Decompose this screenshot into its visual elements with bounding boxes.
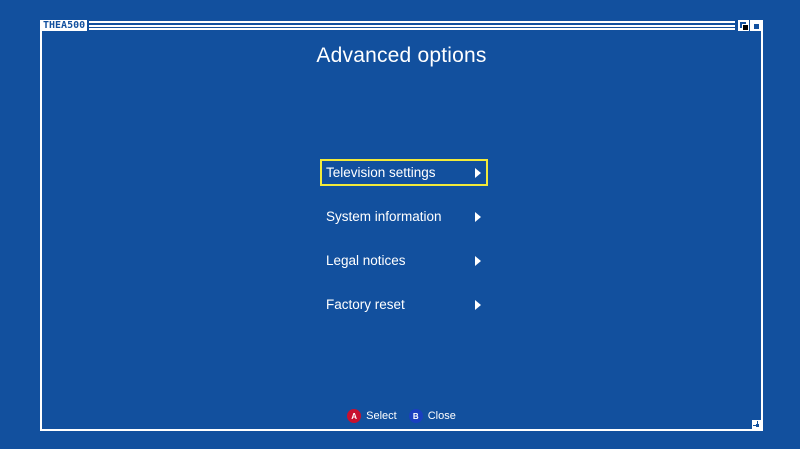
depth-gadget-icon[interactable] [738,20,749,31]
menu-item-system-information[interactable]: System information [320,203,488,230]
zoom-gadget-icon[interactable] [750,20,761,31]
menu-item-label: Legal notices [326,253,406,268]
hint-label: Select [366,410,397,422]
titlebar-drag-bar[interactable] [89,21,735,30]
triangle-right-icon [475,300,481,310]
hint-label: Close [427,410,456,422]
button-hints: A Select B Close [42,409,761,423]
menu-item-label: Factory reset [326,297,405,312]
options-menu: Television settings System information L… [320,159,488,335]
a-button-icon: A [347,409,362,423]
hint-select[interactable]: A Select [347,409,397,423]
menu-item-factory-reset[interactable]: Factory reset [320,291,488,318]
page-title: Advanced options [316,44,487,67]
triangle-right-icon [475,168,481,178]
b-button-icon: B [408,409,423,423]
window-titlebar[interactable]: THEA500 [42,20,761,31]
menu-item-label: Television settings [326,165,436,180]
screen: THEA500 Advanced options Television sett… [0,0,800,449]
triangle-right-icon [475,212,481,222]
resize-gadget-icon[interactable] [752,420,761,429]
menu-item-television-settings[interactable]: Television settings [320,159,488,186]
hint-close[interactable]: B Close [408,409,456,423]
menu-item-legal-notices[interactable]: Legal notices [320,247,488,274]
menu-item-label: System information [326,209,442,224]
window-title: THEA500 [42,20,88,31]
app-window: THEA500 Advanced options Television sett… [40,20,763,431]
triangle-right-icon [475,256,481,266]
